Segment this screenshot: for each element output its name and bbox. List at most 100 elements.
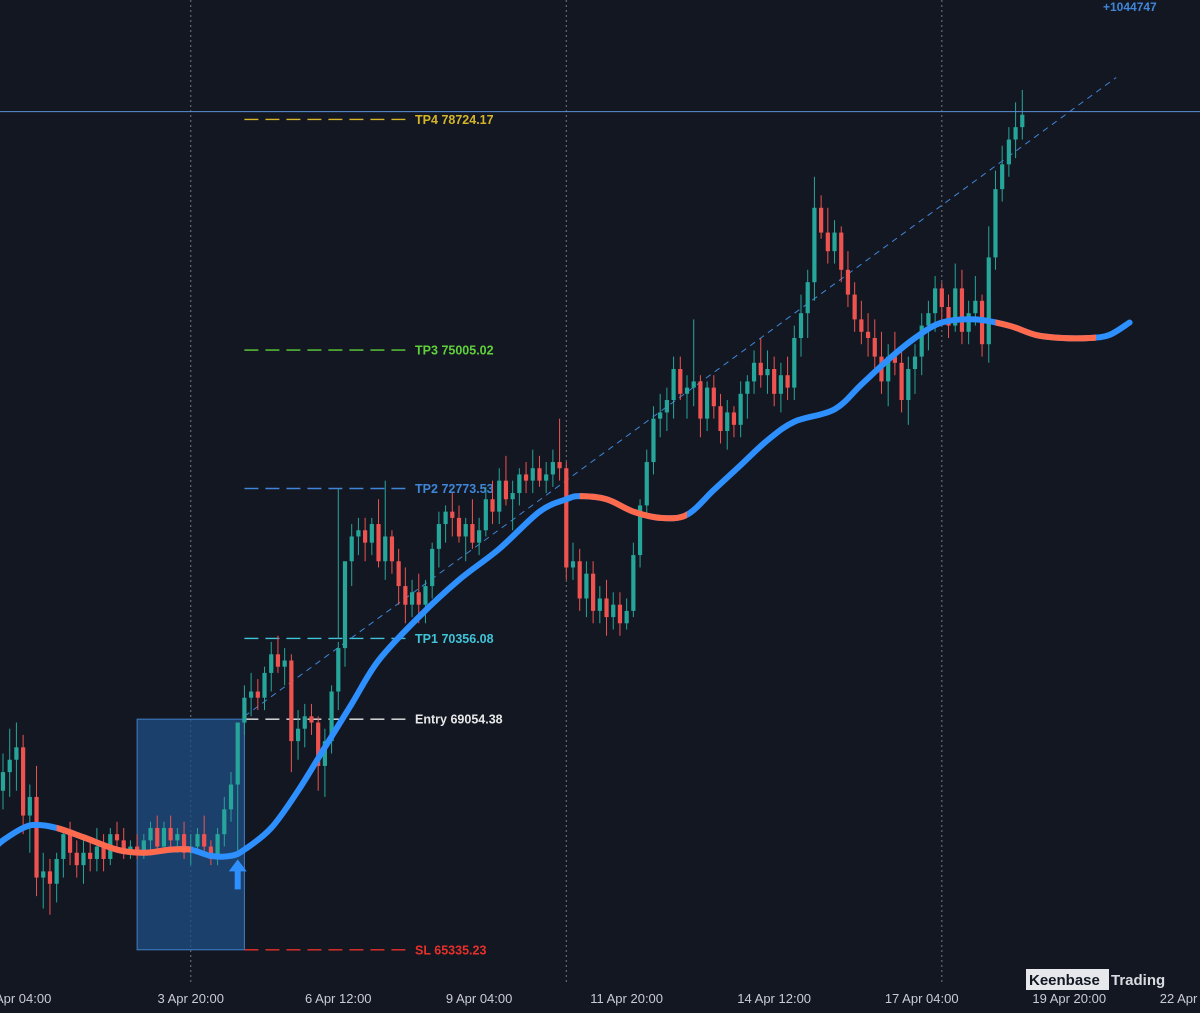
candle-body [436,524,441,549]
candle-body [14,747,19,760]
candle-body [899,362,904,401]
candle-body [369,524,374,543]
x-tick-label-9: 22 Apr 12:00 [1160,991,1200,1006]
candle-body [926,313,931,326]
candle-body [812,207,817,283]
candle-body [912,356,918,370]
candle-body [664,400,669,413]
candle-body [933,288,938,314]
candle-body [1000,164,1005,190]
candle-body [403,586,408,605]
candle-body [282,660,287,667]
candle-body [825,232,830,252]
candle-body [477,530,482,543]
candle-body [537,468,542,481]
candle-body [798,313,804,339]
candle-body [658,412,663,419]
candle-body [342,561,348,649]
candle-body [711,387,716,407]
candle-body [195,834,200,847]
candle-body [1013,127,1018,140]
candle-body [624,610,629,624]
candle-body [845,269,851,295]
candle-body [275,654,281,667]
tp4-level-label: TP4 78724.17 [415,113,494,127]
candle-body [832,232,837,252]
candle-body [705,387,710,419]
candle-body [698,381,703,419]
candle-body [852,294,857,320]
candle-body [175,834,180,841]
candle-body [751,362,757,382]
candle-body [544,474,549,481]
candle-body [718,406,723,432]
candle-body [691,381,696,388]
candle-body [67,834,73,853]
candle-body [564,468,569,568]
candle-body [295,728,301,742]
watermark: Keenbase Trading [1026,969,1165,990]
candle-body [772,369,777,394]
candle-body [88,852,93,859]
candle-body [41,871,46,878]
candle-body [450,511,455,518]
tp3-level-label: TP3 75005.02 [415,344,494,358]
candle-body [94,846,99,859]
price-change-label: +1044747 [1103,0,1157,14]
candle-body [758,362,763,376]
candle-body [778,375,783,394]
candle-body [617,604,623,624]
candle-body [805,282,810,314]
candle-body [416,592,421,605]
candle-body [463,524,468,537]
candle-body [81,852,86,866]
candle-body [423,586,428,605]
candle-body [336,648,341,692]
price-chart[interactable]: TP4 78724.17 TP3 75005.02 TP2 72773.53 TP1 … [0,0,1200,1013]
candle-body [523,474,529,481]
candle-body [376,524,381,562]
x-tick-label-2: 3 Apr 20:00 [158,991,225,1006]
candle-body [490,499,495,512]
candle-body [530,468,535,481]
candle-body [993,189,998,258]
tp1-level-label: TP1 70356.08 [415,632,494,646]
candle-84 [564,462,569,580]
candle-body [383,536,388,562]
watermark-part2: Trading [1111,972,1165,989]
x-tick-label-8: 19 Apr 20:00 [1032,991,1106,1006]
tp2-level-label: TP2 72773.53 [415,482,494,496]
candle-body [0,772,6,791]
candle-body [631,555,636,611]
candle-body [819,207,824,233]
candle-body [939,288,944,307]
candle-body [678,369,683,394]
candle-body [242,697,247,723]
candle-body [470,524,475,543]
candle-body [396,561,401,587]
candle-body [1020,114,1025,128]
candle-body [47,871,53,884]
candle-body [591,573,596,611]
candle-body [550,462,555,475]
candle-body [865,331,871,339]
x-tick-label-3: 6 Apr 12:00 [305,991,372,1006]
candle-body [510,493,515,500]
entry-level-label: Entry 69054.38 [415,713,503,727]
candle-body [34,796,39,878]
watermark-part1: Keenbase [1029,972,1100,989]
candle-body [785,375,790,388]
candle-body [262,672,267,698]
candle-body [356,530,361,537]
candle-body [792,338,797,388]
candle-body [517,474,522,494]
candle-body [503,480,509,500]
candle-body [114,834,120,841]
candle-body [443,511,448,525]
candle-body [497,480,502,512]
candle-body [309,716,314,723]
candle-body [725,412,730,432]
candle-body [557,462,562,469]
candle-body [161,827,167,847]
candle-body [872,338,877,357]
